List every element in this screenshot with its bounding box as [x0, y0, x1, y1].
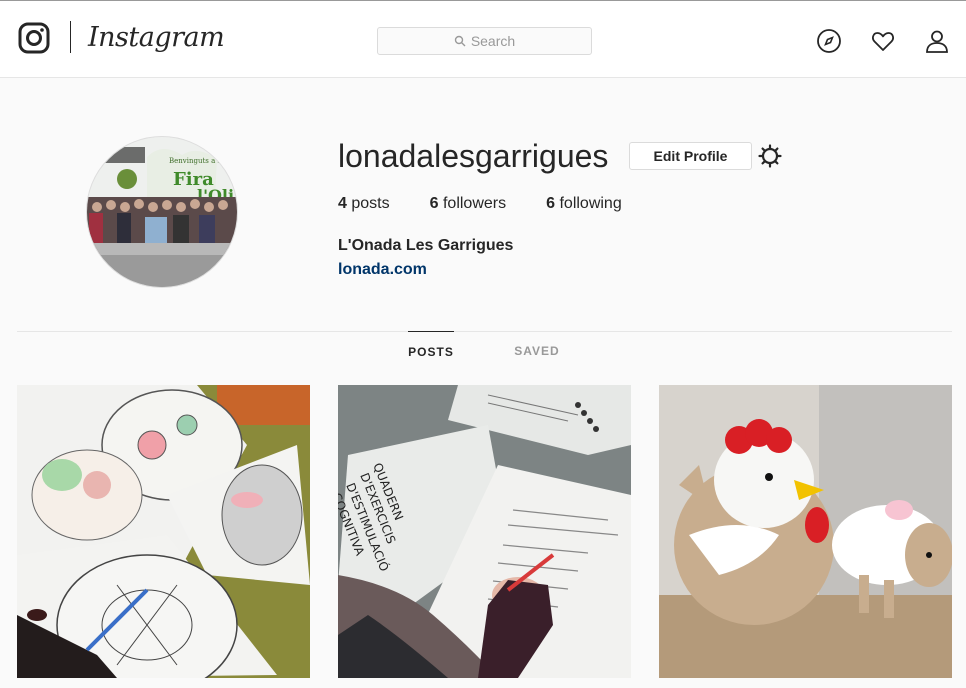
post-thumbnail[interactable]	[17, 385, 310, 678]
edit-profile-button[interactable]: Edit Profile	[629, 142, 752, 170]
profile-website-link[interactable]: lonada.com	[338, 260, 427, 280]
profile-avatar[interactable]: Benvinguts a la Fira l'Oli	[86, 136, 238, 288]
compass-icon[interactable]	[816, 28, 842, 54]
svg-text:Benvinguts a la: Benvinguts a la	[169, 157, 224, 165]
logo-divider	[70, 21, 71, 53]
posts-count: 4	[338, 195, 347, 212]
post-thumbnail[interactable]	[659, 385, 952, 678]
profile-username: lonadalesgarrigues	[338, 138, 609, 174]
following-label: following	[559, 195, 622, 212]
heart-icon[interactable]	[870, 28, 896, 54]
tabs-divider	[17, 331, 952, 332]
crochet-hen-photo	[659, 385, 952, 678]
stat-following[interactable]: 6 following	[546, 194, 622, 214]
profile-full-name: L'Onada Les Garrigues	[338, 237, 514, 254]
posts-label: posts	[351, 195, 390, 212]
person-icon[interactable]	[924, 28, 950, 54]
top-navigation-bar: Instagram Search	[0, 0, 966, 78]
instagram-glyph-icon[interactable]	[18, 22, 50, 54]
post-thumbnail[interactable]: QUADERN D'EXERCICIS D'ESTIMULACIÓ COGNIT…	[338, 385, 631, 678]
stat-posts: 4 posts	[338, 194, 390, 214]
tab-saved[interactable]: SAVED	[510, 331, 564, 371]
instagram-wordmark[interactable]: Instagram	[88, 21, 225, 55]
gear-icon[interactable]	[758, 144, 782, 168]
stat-followers[interactable]: 6 followers	[430, 194, 507, 214]
tab-posts[interactable]: POSTS	[408, 331, 454, 371]
notebook-photo: QUADERN D'EXERCICIS D'ESTIMULACIÓ COGNIT…	[338, 385, 631, 678]
avatar-group-photo: Benvinguts a la Fira l'Oli	[87, 137, 237, 287]
profile-stats: 4 posts 6 followers 6 following	[338, 194, 662, 214]
followers-count: 6	[429, 195, 439, 212]
search-placeholder: Search	[470, 33, 516, 49]
following-count: 6	[546, 195, 556, 212]
search-input[interactable]: Search	[377, 27, 592, 55]
coloring-pages-photo	[17, 385, 310, 678]
followers-label: followers	[442, 195, 507, 212]
search-icon	[454, 35, 466, 47]
